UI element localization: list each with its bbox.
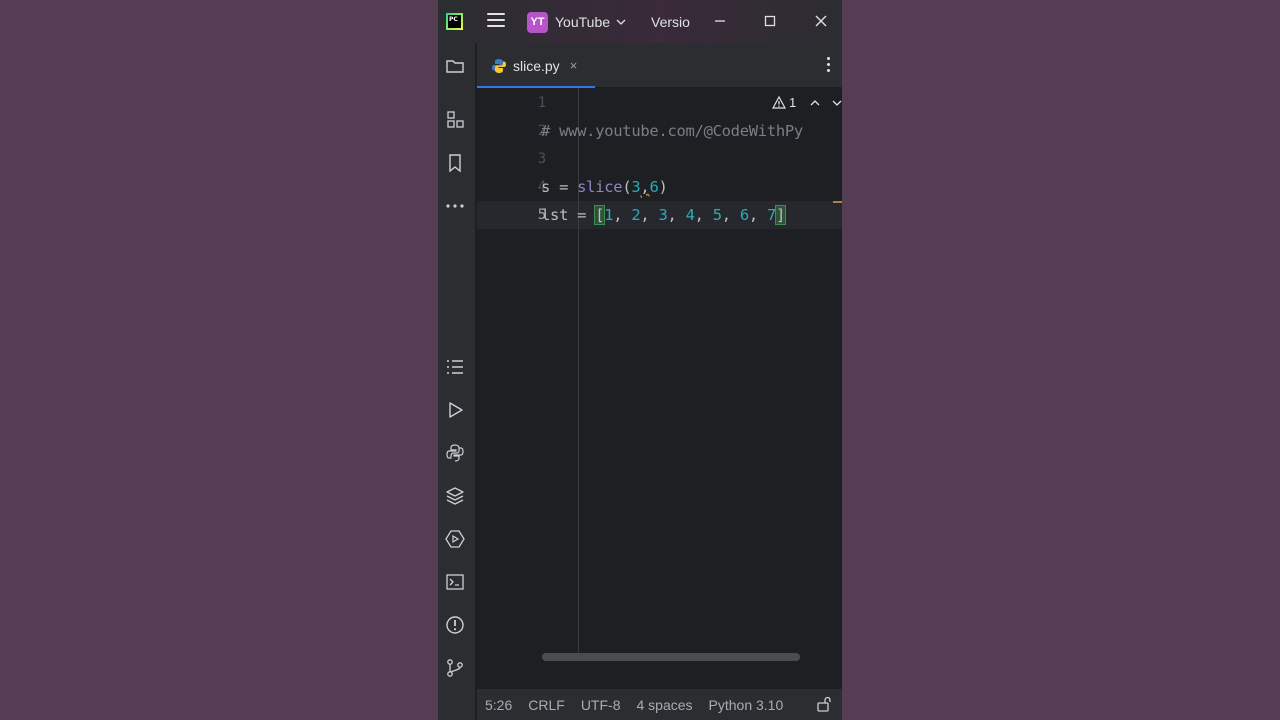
file-encoding[interactable]: UTF-8 — [581, 697, 621, 713]
close-icon — [815, 15, 827, 27]
code-line: 1 — [477, 89, 842, 117]
line-number: 3 — [537, 151, 547, 167]
minimize-button[interactable] — [708, 10, 732, 32]
structure-icon[interactable] — [445, 110, 465, 130]
error-stripe-marker[interactable] — [833, 201, 842, 203]
services-icon[interactable] — [445, 529, 465, 549]
git-icon[interactable] — [445, 658, 465, 678]
number-token: 1 — [604, 206, 614, 224]
maximize-button[interactable] — [758, 10, 782, 32]
number-token: 4 — [685, 206, 695, 224]
code-token: ( — [622, 178, 632, 196]
number-token: 5 — [712, 206, 722, 224]
project-folder-icon[interactable] — [445, 56, 465, 76]
logo-text: PC — [448, 15, 461, 28]
line-number: 1 — [537, 95, 547, 111]
line-text: lst = [1, 2, 3, 4, 5, 6, 7] — [541, 201, 787, 229]
code-token: , — [748, 206, 767, 224]
tab-options-button[interactable] — [824, 57, 832, 75]
number-token: 6 — [739, 206, 749, 224]
tab-close-icon[interactable]: × — [570, 58, 578, 73]
tab-slice-py[interactable]: slice.py × — [477, 43, 595, 89]
unlock-icon[interactable] — [816, 696, 832, 712]
code-line: 5 lst = [1, 2, 3, 4, 5, 6, 7] — [477, 201, 842, 229]
code-line: 3 — [477, 145, 842, 173]
maximize-icon — [764, 15, 776, 27]
line-text: s = slice(3,6) — [541, 173, 668, 201]
number-token: 6 — [649, 178, 659, 196]
python-interpreter[interactable]: Python 3.10 — [709, 697, 784, 713]
chevron-down-icon — [616, 19, 626, 25]
main-menu-button[interactable] — [487, 13, 505, 29]
code-token: , — [721, 206, 740, 224]
tool-window-strip — [438, 43, 476, 720]
project-name: YouTube — [555, 14, 611, 30]
code-token: , — [667, 206, 686, 224]
code-line: 4 s = slice(3,6) — [477, 173, 842, 201]
code-token: , — [640, 206, 659, 224]
number-token: 3 — [658, 206, 668, 224]
python-console-icon[interactable] — [445, 443, 465, 463]
more-icon[interactable] — [445, 196, 465, 216]
comment-text: # www.youtube.com/@CodeWithPy — [541, 122, 803, 140]
layers-icon[interactable] — [445, 486, 465, 506]
horizontal-scrollbar[interactable] — [542, 653, 800, 661]
builtin-token: slice — [577, 178, 623, 196]
code-token: ) — [658, 178, 668, 196]
python-icon — [492, 58, 506, 73]
caret-position[interactable]: 5:26 — [485, 697, 512, 713]
editor-tab-bar: slice.py × — [477, 43, 842, 89]
vcs-widget[interactable]: Versio — [651, 14, 690, 30]
minimize-icon — [715, 20, 725, 22]
indent-setting[interactable]: 4 spaces — [636, 697, 692, 713]
status-bar: 5:26 CRLF UTF-8 4 spaces Python 3.10 — [477, 688, 842, 720]
code-token: s = — [541, 178, 578, 196]
line-separator[interactable]: CRLF — [528, 697, 565, 713]
project-badge: YT — [527, 11, 548, 33]
ide-window: PC YT YouTube Versio slice.py × 1 1 2 # … — [438, 0, 842, 720]
project-selector[interactable]: YT YouTube — [527, 11, 626, 33]
tab-label: slice.py — [513, 57, 560, 74]
matched-bracket: [ — [594, 205, 606, 225]
close-window-button[interactable] — [809, 10, 833, 32]
terminal-icon[interactable] — [445, 572, 465, 592]
problems-icon[interactable] — [445, 615, 465, 635]
run-icon[interactable] — [445, 400, 465, 420]
matched-bracket: ] — [775, 205, 787, 225]
code-line: 2 # www.youtube.com/@CodeWithPy — [477, 117, 842, 145]
title-bar: PC YT YouTube Versio — [438, 0, 842, 43]
code-token: , — [694, 206, 713, 224]
todo-list-icon[interactable] — [445, 357, 465, 377]
bookmarks-icon[interactable] — [445, 153, 465, 173]
code-token: lst = — [541, 206, 596, 224]
code-editor[interactable]: 1 1 2 # www.youtube.com/@CodeWithPy 3 4 … — [477, 88, 842, 662]
pycharm-logo-icon: PC — [446, 13, 463, 30]
code-token: , — [613, 206, 632, 224]
